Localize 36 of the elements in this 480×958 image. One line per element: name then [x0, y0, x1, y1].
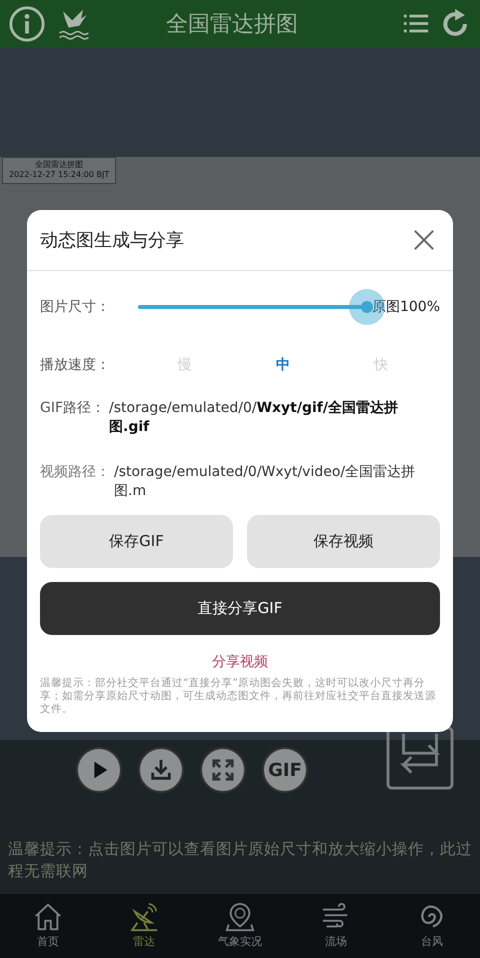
- share-button[interactable]: 直接分享GIF: [40, 582, 440, 635]
- gif-button[interactable]: GIF: [262, 747, 308, 793]
- play-button[interactable]: [76, 747, 122, 793]
- size-label: 图片尺寸：: [40, 298, 111, 316]
- nav-tab[interactable]: 气象实况: [205, 902, 275, 949]
- download-icon: [149, 758, 173, 782]
- close-button[interactable]: [413, 229, 435, 251]
- share-link[interactable]: 分享视频: [212, 653, 268, 671]
- hint-text: 温馨提示：点击图片可以查看图片原始尺寸和放大缩小操作，此过程无需联网: [8, 839, 473, 882]
- map-timestamp: 2022-12-27 15:24:00 BJT: [9, 170, 110, 181]
- video-path-label: 视频路径：: [40, 463, 110, 482]
- nav-tab[interactable]: 台风: [397, 902, 467, 949]
- tip-note: 温馨提示：部分社交平台通过“直接分享”原动图会失败，这时可以改小尺寸再分享；如需分享原始尺寸动图，可生成动态图文件，再前往对应社交平台直接发送源文件。: [40, 677, 437, 716]
- satellite-dish-icon: [129, 902, 159, 932]
- map-pin-icon: [225, 902, 255, 932]
- save-button[interactable]: 保存GIF: [40, 515, 233, 568]
- size-reading: 原图100%: [372, 298, 440, 316]
- close-icon: [413, 229, 435, 251]
- nav-tab[interactable]: 雷达: [109, 902, 179, 949]
- screen-title: 全国雷达拼图: [165, 11, 299, 39]
- nav-tab[interactable]: 首页: [13, 902, 83, 949]
- expand-arrows-icon: [211, 758, 235, 782]
- gif-path-label: GIF路径：: [40, 399, 106, 418]
- video-path: /storage/emulated/0/Wxyt/video/全国雷达拼图.m: [114, 463, 416, 501]
- dialog-title: 动态图生成与分享: [40, 229, 184, 252]
- info-icon[interactable]: [8, 5, 46, 43]
- nav-tab[interactable]: 流场: [301, 902, 371, 949]
- expand-arrows-button[interactable]: [200, 747, 246, 793]
- save-button[interactable]: 保存视频: [247, 515, 440, 568]
- map-title: 全国雷达拼图: [34, 160, 84, 170]
- home-icon: [33, 902, 63, 932]
- speed-label: 播放速度：: [40, 356, 111, 374]
- speed-option[interactable]: 中: [266, 354, 300, 376]
- gif-path: /storage/emulated/0/Wxyt/gif/全国雷达拼图.gif: [109, 399, 400, 437]
- slider-thumb[interactable]: [348, 289, 385, 325]
- download-button[interactable]: [138, 747, 184, 793]
